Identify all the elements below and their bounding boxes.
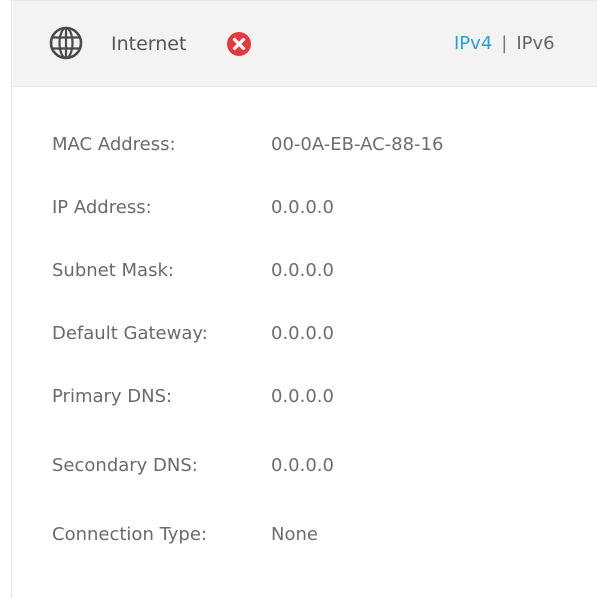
internet-status-panel: Internet IPv4 | IPv6 MAC Address: 00-0A-EB… [0, 0, 597, 598]
field-connection-type: Connection Type: None [52, 523, 582, 547]
field-label: Default Gateway: [52, 323, 208, 344]
field-label: Primary DNS: [52, 386, 173, 407]
field-label: MAC Address: [52, 134, 176, 155]
field-label: Subnet Mask: [52, 260, 174, 281]
field-value: 00-0A-EB-AC-88-16 [271, 134, 444, 155]
field-label: Secondary DNS: [52, 455, 198, 476]
field-primary-dns: Primary DNS: 0.0.0.0 [52, 385, 582, 409]
panel-left-border [0, 0, 12, 598]
field-default-gateway: Default Gateway: 0.0.0.0 [52, 322, 582, 346]
field-ip-address: IP Address: 0.0.0.0 [52, 196, 582, 220]
field-label: Connection Type: [52, 524, 207, 545]
field-label: IP Address: [52, 197, 152, 218]
field-value: 0.0.0.0 [271, 260, 334, 281]
field-mac-address: MAC Address: 00-0A-EB-AC-88-16 [52, 133, 582, 157]
field-value: 0.0.0.0 [271, 197, 334, 218]
ip-version-tabs: IPv4 | IPv6 [454, 33, 555, 55]
tab-ipv6[interactable]: IPv6 [516, 33, 554, 54]
field-value: None [271, 524, 318, 545]
panel-header: Internet IPv4 | IPv6 [13, 0, 597, 87]
globe-icon [49, 26, 83, 60]
panel-title: Internet [111, 33, 187, 55]
error-x-icon [227, 32, 251, 56]
tab-ipv4[interactable]: IPv4 [454, 33, 492, 54]
field-value: 0.0.0.0 [271, 455, 334, 476]
field-subnet-mask: Subnet Mask: 0.0.0.0 [52, 259, 582, 283]
field-value: 0.0.0.0 [271, 386, 334, 407]
tab-separator: | [501, 33, 508, 54]
field-secondary-dns: Secondary DNS: 0.0.0.0 [52, 454, 582, 478]
field-value: 0.0.0.0 [271, 323, 334, 344]
